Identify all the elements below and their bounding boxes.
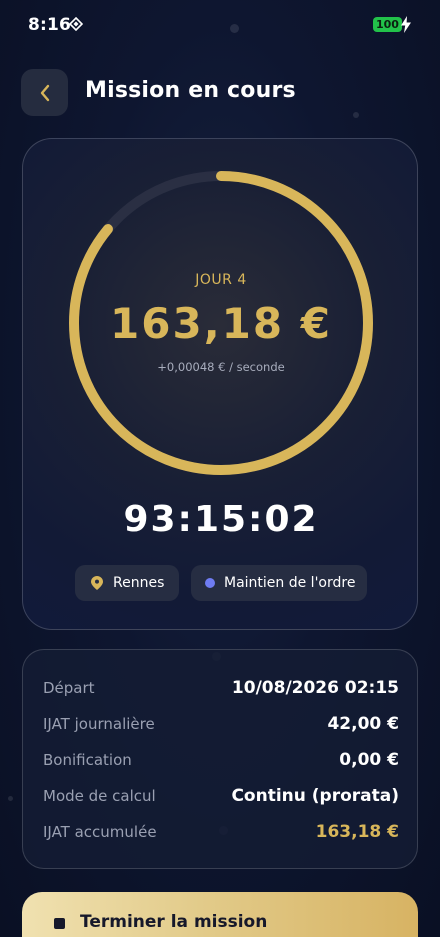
detail-label: IJAT accumulée [43,823,157,841]
detail-label: Départ [43,679,95,697]
mission-progress-card: JOUR 4 163,18 € +0,00048 € / seconde 93:… [22,138,418,630]
detail-row-departure: Départ 10/08/2026 02:15 [43,676,399,700]
location-chip-label: Rennes [113,575,165,591]
mission-details-card: Départ 10/08/2026 02:15 IJAT journalière… [22,649,418,869]
end-mission-button[interactable]: Terminer la mission [22,892,418,937]
detail-value: 42,00 € [327,714,399,734]
end-mission-label: Terminer la mission [80,912,268,932]
status-bar: 8:16 100 [0,0,440,52]
back-button[interactable] [21,69,68,116]
detail-value: 163,18 € [315,822,399,842]
detail-row-accumulated: IJAT accumulée 163,18 € [43,820,399,844]
background-dot [353,112,359,118]
elapsed-timer: 93:15:02 [123,499,319,540]
charging-bolt-icon [401,16,411,33]
earning-rate: +0,00048 € / seconde [157,360,285,374]
detail-label: IJAT journalière [43,715,155,733]
detail-value: Continu (prorata) [231,786,399,806]
detail-label: Mode de calcul [43,787,156,805]
page-title: Mission en cours [85,78,296,103]
mission-day-label: JOUR 4 [195,272,247,288]
location-pin-icon [91,576,103,590]
unit-dot-icon [205,578,215,588]
location-chip: Rennes [75,565,179,601]
stop-icon [54,918,65,929]
detail-row-daily-ijat: IJAT journalière 42,00 € [43,712,399,736]
detail-row-calc-mode: Mode de calcul Continu (prorata) [43,784,399,808]
unit-chip: Maintien de l'ordre [191,565,367,601]
background-dot [8,796,13,801]
detail-label: Bonification [43,751,132,769]
detail-value: 0,00 € [339,750,399,770]
detail-value: 10/08/2026 02:15 [231,678,399,698]
chevron-left-icon [40,84,49,101]
status-time: 8:16 [28,15,72,35]
sim-icon [69,17,83,31]
battery-indicator: 100 [373,17,402,32]
detail-row-bonus: Bonification 0,00 € [43,748,399,772]
unit-chip-label: Maintien de l'ordre [224,575,356,591]
accumulated-amount: 163,18 € [110,299,332,348]
